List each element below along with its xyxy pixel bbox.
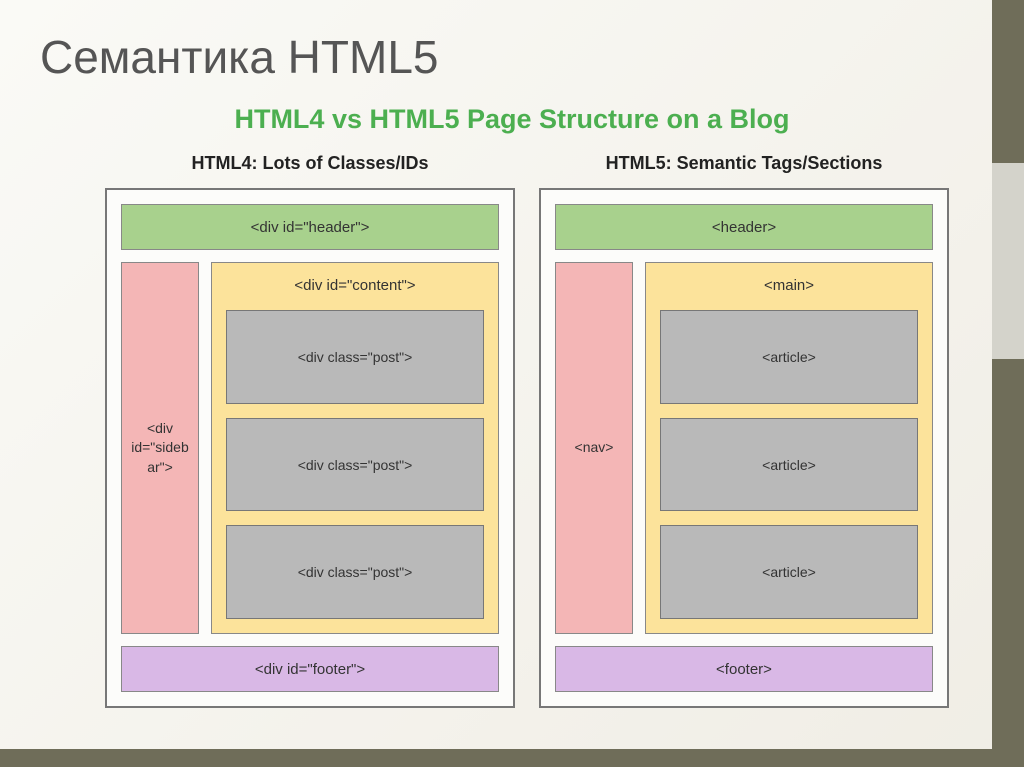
- html5-article-box: <article>: [660, 310, 918, 404]
- html4-content-box: <div id="content"> <div class="post"> <d…: [211, 262, 499, 634]
- html4-post-box: <div class="post">: [226, 525, 484, 619]
- html5-main-label: <main>: [660, 273, 918, 296]
- html5-main-box: <main> <article> <article> <article>: [645, 262, 933, 634]
- html5-header-box: <header>: [555, 204, 933, 250]
- html5-mid-row: <nav> <main> <article> <article> <articl…: [555, 262, 933, 634]
- html5-article-box: <article>: [660, 525, 918, 619]
- html5-footer-box: <footer>: [555, 646, 933, 692]
- html4-post-box: <div class="post">: [226, 418, 484, 512]
- html4-col-title: HTML4: Lots of Classes/IDs: [105, 153, 515, 174]
- decor-stripe-right: [992, 0, 1024, 767]
- html5-nav-box: <nav>: [555, 262, 633, 634]
- html5-article-box: <article>: [660, 418, 918, 512]
- html5-col-title: HTML5: Semantic Tags/Sections: [539, 153, 949, 174]
- page-title: Семантика HTML5: [40, 30, 984, 84]
- slide: Семантика HTML5 HTML4 vs HTML5 Page Stru…: [0, 0, 1024, 767]
- diagram-title: HTML4 vs HTML5 Page Structure on a Blog: [80, 104, 944, 135]
- html4-post-box: <div class="post">: [226, 310, 484, 404]
- html4-column: HTML4: Lots of Classes/IDs <div id="head…: [105, 153, 515, 708]
- html4-footer-box: <div id="footer">: [121, 646, 499, 692]
- decor-stripe-bottom: [0, 749, 1024, 767]
- html4-mid-row: <div id="sideb ar"> <div id="content"> <…: [121, 262, 499, 634]
- html5-frame: <header> <nav> <main> <article> <article…: [539, 188, 949, 708]
- html4-frame: <div id="header"> <div id="sideb ar"> <d…: [105, 188, 515, 708]
- html5-column: HTML5: Semantic Tags/Sections <header> <…: [539, 153, 949, 708]
- diagram-columns: HTML4: Lots of Classes/IDs <div id="head…: [40, 153, 984, 708]
- html4-header-box: <div id="header">: [121, 204, 499, 250]
- html4-content-label: <div id="content">: [226, 273, 484, 296]
- html4-sidebar-box: <div id="sideb ar">: [121, 262, 199, 634]
